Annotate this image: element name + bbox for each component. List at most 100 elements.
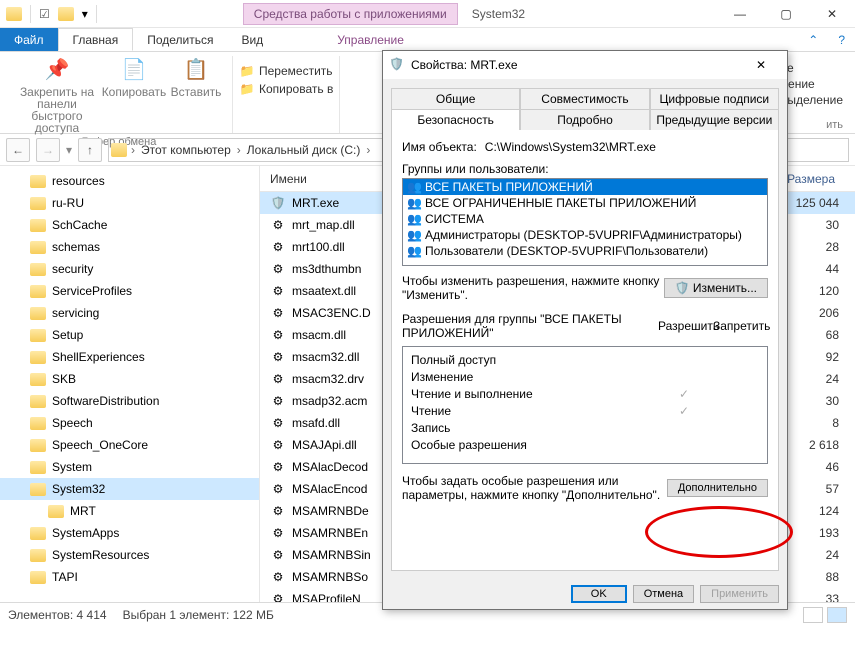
user-icon: 👥 (407, 212, 421, 226)
tree-node[interactable]: security (0, 258, 259, 280)
paste-icon: 📋 (182, 56, 210, 84)
file-icon: ⚙ (270, 393, 286, 409)
group-row[interactable]: 👥ВСЕ ОГРАНИЧЕННЫЕ ПАКЕТЫ ПРИЛОЖЕНИЙ (403, 195, 767, 211)
tab-home[interactable]: Главная (58, 28, 134, 51)
folder-icon (30, 219, 46, 232)
qat-open-icon[interactable] (58, 7, 74, 21)
folder-icon (30, 329, 46, 342)
paste-button[interactable]: 📋 Вставить (166, 56, 226, 134)
tree-node[interactable]: Speech_OneCore (0, 434, 259, 456)
tab-share[interactable]: Поделиться (133, 28, 227, 51)
permissions-label: Разрешения для группы "ВСЕ ПАКЕТЫ ПРИЛОЖ… (402, 312, 658, 340)
group-row[interactable]: 👥Администраторы (DESKTOP-5VUPRIF\Админис… (403, 227, 767, 243)
copy-button[interactable]: 📄 Копировать (104, 56, 164, 134)
minimize-button[interactable]: — (717, 0, 763, 28)
qat-dropdown-icon[interactable]: ▾ (82, 7, 88, 21)
tree-node[interactable]: resources (0, 170, 259, 192)
tree-label: ServiceProfiles (52, 284, 132, 298)
group-row[interactable]: 👥СИСТЕМА (403, 211, 767, 227)
tab-compat[interactable]: Совместимость (520, 88, 649, 109)
crumb-disk[interactable]: Локальный диск (C:) (243, 143, 365, 157)
file-icon: ⚙ (270, 459, 286, 475)
help-icon[interactable]: ? (828, 28, 855, 51)
qat-check-icon[interactable]: ☑ (39, 7, 50, 21)
tree-node[interactable]: ShellExperiences (0, 346, 259, 368)
group-row[interactable]: 👥Пользователи (DESKTOP-5VUPRIF\Пользоват… (403, 243, 767, 259)
tab-file[interactable]: Файл (0, 28, 58, 51)
folder-icon (30, 175, 46, 188)
advanced-button[interactable]: Дополнительно (667, 479, 768, 497)
copy-to-button[interactable]: 📁Копировать в (239, 80, 333, 98)
tree-label: ru-RU (52, 196, 84, 210)
tree-label: security (52, 262, 93, 276)
maximize-button[interactable]: ▢ (763, 0, 809, 28)
change-button[interactable]: 🛡️ Изменить... (664, 278, 768, 298)
tree-node[interactable]: schemas (0, 236, 259, 258)
history-dropdown-icon[interactable]: ▾ (66, 143, 72, 157)
group-row[interactable]: 👥ВСЕ ПАКЕТЫ ПРИЛОЖЕНИЙ (403, 179, 767, 195)
folder-icon (30, 417, 46, 430)
pin-icon: 📌 (43, 56, 71, 84)
window-title: System32 (458, 7, 539, 21)
forward-button[interactable]: → (36, 138, 60, 162)
groups-listbox[interactable]: 👥ВСЕ ПАКЕТЫ ПРИЛОЖЕНИЙ👥ВСЕ ОГРАНИЧЕННЫЕ … (402, 178, 768, 266)
tree-node[interactable]: Speech (0, 412, 259, 434)
group-name: Администраторы (DESKTOP-5VUPRIF\Админист… (425, 228, 742, 242)
tab-general[interactable]: Общие (391, 88, 520, 109)
tab-view[interactable]: Вид (227, 28, 277, 51)
view-thumbnails-button[interactable] (803, 607, 823, 623)
tab-security[interactable]: Безопасность (391, 109, 520, 130)
tree-label: SystemResources (52, 548, 149, 562)
copy-to-icon: 📁 (239, 81, 255, 97)
tree-node[interactable]: SchCache (0, 214, 259, 236)
paste-label: Вставить (171, 86, 222, 98)
security-panel: Имя объекта: C:\Windows\System32\MRT.exe… (391, 129, 779, 571)
tab-signatures[interactable]: Цифровые подписи (650, 88, 779, 109)
folder-icon (30, 527, 46, 540)
file-icon: ⚙ (270, 437, 286, 453)
tree-label: resources (52, 174, 105, 188)
window-titlebar: ☑ ▾ Средства работы с приложениями Syste… (0, 0, 855, 28)
tab-details[interactable]: Подробно (520, 109, 649, 130)
dialog-titlebar[interactable]: 🛡️ Свойства: MRT.exe ✕ (383, 51, 787, 79)
folder-icon (30, 241, 46, 254)
file-icon: ⚙ (270, 327, 286, 343)
status-count: Элементов: 4 414 (8, 608, 107, 622)
crumb-pc[interactable]: Этот компьютер (137, 143, 235, 157)
tree-node[interactable]: SystemApps (0, 522, 259, 544)
apply-button[interactable]: Применить (700, 585, 779, 603)
up-button[interactable]: ↑ (78, 138, 102, 162)
tree-node[interactable]: System32 (0, 478, 259, 500)
move-to-button[interactable]: 📁Переместить (239, 62, 333, 80)
tab-manage[interactable]: Управление (323, 28, 418, 51)
tree-node[interactable]: SoftwareDistribution (0, 390, 259, 412)
dialog-close-button[interactable]: ✕ (741, 53, 781, 77)
file-icon: ⚙ (270, 261, 286, 277)
tree-node[interactable]: ru-RU (0, 192, 259, 214)
tab-previous[interactable]: Предыдущие версии (650, 109, 779, 130)
permission-row: Чтение и выполнение✓ (411, 385, 759, 402)
view-details-button[interactable] (827, 607, 847, 623)
close-button[interactable]: ✕ (809, 0, 855, 28)
status-selected: Выбран 1 элемент: 122 МБ (123, 608, 274, 622)
pin-button[interactable]: 📌 Закрепить на панели быстрого доступа (12, 56, 102, 134)
tree-node[interactable]: ServiceProfiles (0, 280, 259, 302)
file-icon: ⚙ (270, 349, 286, 365)
dialog-title: Свойства: MRT.exe (411, 58, 518, 72)
back-button[interactable]: ← (6, 138, 30, 162)
permission-row: Запись (411, 419, 759, 436)
tree-node[interactable]: Setup (0, 324, 259, 346)
tree-node[interactable]: TAPI (0, 566, 259, 588)
tree-label: MRT (70, 504, 96, 518)
tree-node[interactable]: SKB (0, 368, 259, 390)
tree-label: TAPI (52, 570, 78, 584)
tree-node[interactable]: System (0, 456, 259, 478)
ok-button[interactable]: OK (571, 585, 627, 603)
tree-node[interactable]: MRT (0, 500, 259, 522)
cancel-button[interactable]: Отмена (633, 585, 694, 603)
file-icon: ⚙ (270, 239, 286, 255)
ribbon-collapse-icon[interactable]: ⌃ (798, 28, 828, 51)
tree-node[interactable]: SystemResources (0, 544, 259, 566)
tree-node[interactable]: servicing (0, 302, 259, 324)
folder-tree[interactable]: resources ru-RU SchCacheschemas security Ser… (0, 166, 260, 602)
